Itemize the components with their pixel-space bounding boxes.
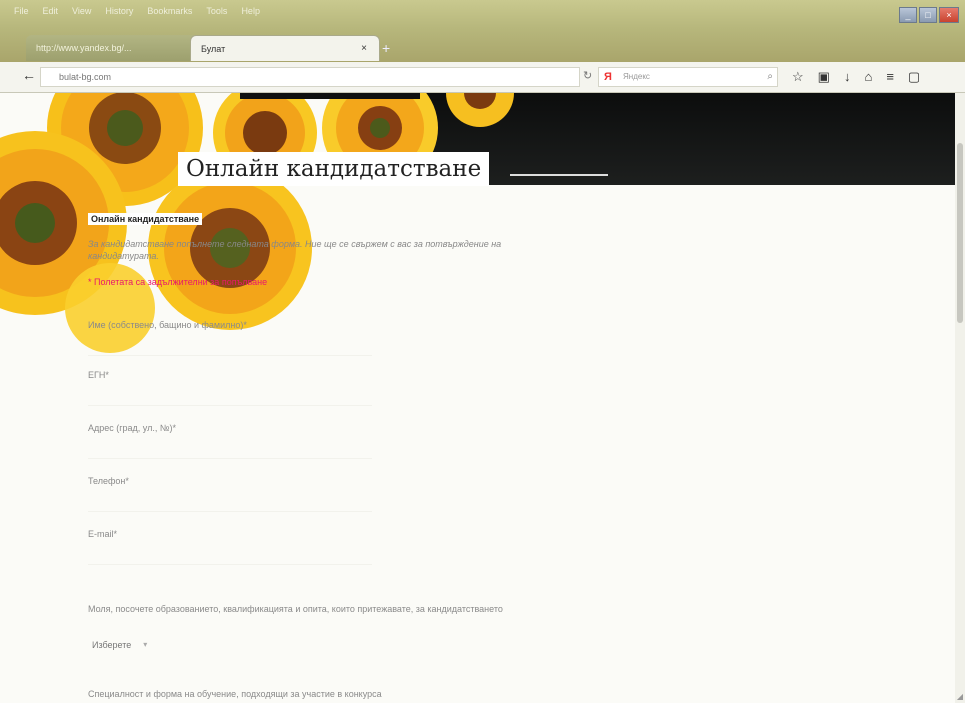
sunflower-decoration	[0, 93, 514, 353]
sunflower-4	[446, 93, 514, 127]
menu-item-file[interactable]: File	[14, 6, 29, 16]
window-close-button[interactable]: ×	[939, 7, 959, 23]
email-field[interactable]	[88, 546, 372, 565]
toolbar-icons: ☆ ▣ ↓ ⌂ ≡ ▢	[792, 68, 920, 86]
phone-field[interactable]	[88, 493, 372, 512]
tab-yandex[interactable]: http://www.yandex.bg/...	[26, 35, 198, 61]
menu-item-edit[interactable]: Edit	[43, 6, 59, 16]
menu-icon[interactable]: ≡	[886, 68, 894, 86]
tab-current[interactable]: Булат ×	[190, 35, 380, 61]
banner-divider	[510, 174, 608, 176]
page-content: Онлайн кандидатстване Онлайн кандидатств…	[0, 93, 957, 703]
minimize-button[interactable]: _	[899, 7, 917, 23]
menu-item-bookmarks[interactable]: Bookmarks	[147, 6, 192, 16]
chevron-down-icon: ▾	[143, 640, 148, 649]
back-arrow-icon[interactable]: ←	[22, 67, 36, 83]
form-heading: Онлайн кандидатстване	[88, 213, 203, 225]
search-icon[interactable]: ⌕	[767, 68, 773, 86]
library-icon[interactable]: ▣	[818, 68, 830, 86]
url-text: bulat-bg.com	[59, 72, 112, 82]
address-field-label: Адрес (град, ул., №)*	[88, 423, 177, 433]
download-icon[interactable]: ↓	[844, 68, 851, 86]
extension-icon[interactable]: ▢	[908, 68, 920, 86]
home-icon[interactable]: ⌂	[864, 68, 872, 86]
star-bookmark-icon[interactable]: ☆	[792, 68, 804, 86]
required-fields-note: * Полетата са задължителни за попълване	[88, 277, 268, 287]
tab-label: Булат	[201, 44, 226, 54]
reload-icon[interactable]: ↻	[583, 69, 592, 82]
browser-titlebar: File Edit View History Bookmarks Tools H…	[0, 0, 965, 62]
email-field-label: E-mail*	[88, 529, 118, 539]
menu-item-tools[interactable]: Tools	[206, 6, 227, 16]
menu-item-history[interactable]: History	[105, 6, 133, 16]
menu-item-view[interactable]: View	[72, 6, 91, 16]
window-controls: _ □ ×	[899, 7, 959, 23]
page-title: Онлайн кандидатстване	[178, 152, 490, 186]
search-input[interactable]: Я Яндекс ⌕	[598, 67, 778, 87]
page-scrollbar[interactable]	[955, 93, 965, 703]
education-select[interactable]: Изберете ▾	[92, 640, 147, 650]
navigation-bar: ← bulat-bg.com ↻ Я Яндекс ⌕ ☆ ▣ ↓ ⌂ ≡ ▢	[0, 62, 965, 93]
maximize-button[interactable]: □	[919, 7, 937, 23]
url-bar[interactable]: bulat-bg.com	[40, 67, 580, 87]
egn-field[interactable]	[88, 387, 372, 406]
scrollbar-thumb[interactable]	[957, 143, 963, 323]
address-field[interactable]	[88, 440, 372, 459]
search-placeholder: Яндекс	[623, 72, 650, 81]
menu-item-help[interactable]: Help	[241, 6, 260, 16]
menu-bar: File Edit View History Bookmarks Tools H…	[14, 6, 260, 16]
tab-label: http://www.yandex.bg/...	[36, 43, 132, 53]
education-label: Моля, посочете образованието, квалификац…	[88, 604, 503, 614]
yandex-logo-icon: Я	[604, 71, 612, 83]
phone-field-label: Телефон*	[88, 476, 129, 486]
form-intro: За кандидатстване попълнете следната фор…	[88, 239, 502, 261]
resize-grip-icon[interactable]: ◢	[957, 692, 963, 701]
name-field[interactable]	[88, 337, 372, 356]
specialty-label: Специалност и форма на обучение, подходя…	[88, 689, 382, 699]
egn-field-label: ЕГН*	[88, 370, 109, 380]
new-tab-button[interactable]: +	[382, 40, 390, 56]
name-field-label: Име (собствено, бащино и фамилно)*	[88, 320, 247, 330]
tab-close-icon[interactable]: ×	[361, 36, 367, 62]
education-select-value: Изберете	[92, 640, 132, 650]
